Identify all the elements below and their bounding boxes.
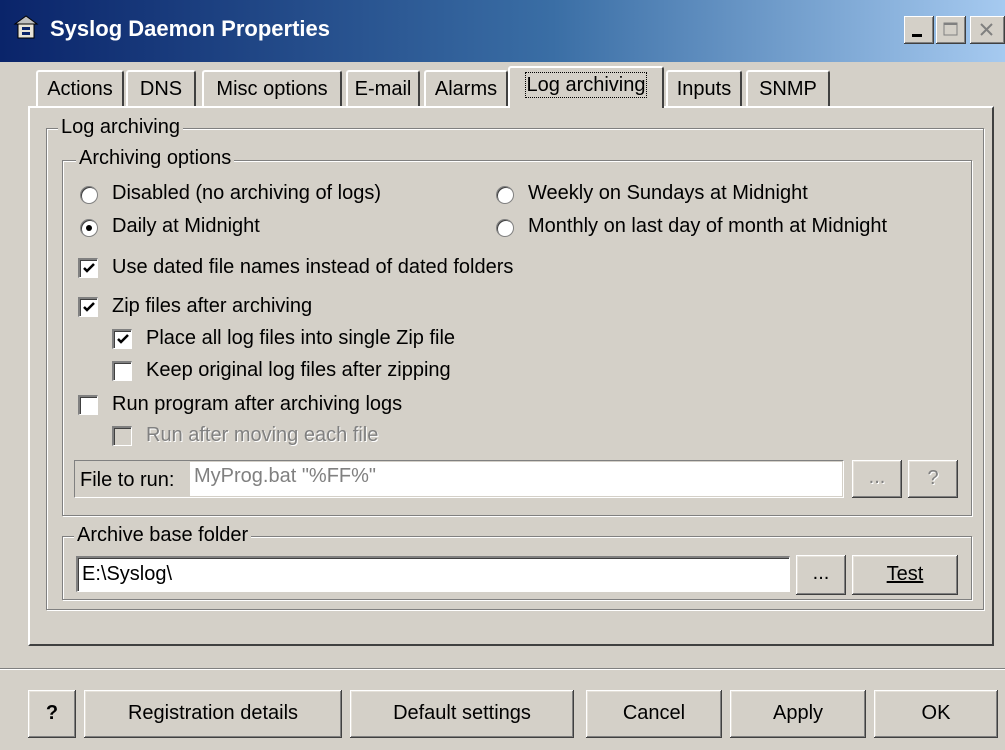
checkbox-zip-label[interactable]: Zip files after archiving [112,295,312,318]
radio-monthly[interactable] [496,219,514,237]
checkbox-dated-names[interactable] [78,258,98,278]
radio-weekly[interactable] [496,186,514,204]
radio-disabled[interactable] [80,186,98,204]
tab-dns-label: DNS [139,78,183,100]
archive-folder-browse-button[interactable]: ... [796,555,846,595]
log-archiving-group-label: Log archiving [58,116,183,139]
checkbox-single-zip[interactable] [112,329,132,349]
tab-inputs[interactable]: Inputs [666,70,742,106]
tab-alarms[interactable]: Alarms [424,70,508,106]
window-title: Syslog Daemon Properties [50,16,330,41]
close-button[interactable] [970,16,1005,44]
checkbox-dated-names-label[interactable]: Use dated file names instead of dated fo… [112,256,513,279]
test-button-label: Test [886,563,924,585]
checkbox-zip[interactable] [78,297,98,317]
tab-actions-label: Actions [47,78,113,100]
file-to-run-help-button[interactable]: ? [908,460,958,498]
radio-disabled-label[interactable]: Disabled (no archiving of logs) [112,182,381,205]
app-icon [12,14,40,42]
archive-folder-test-button[interactable]: Test [852,555,958,595]
radio-daily-label[interactable]: Daily at Midnight [112,215,260,238]
tab-actions[interactable]: Actions [36,70,124,106]
radio-monthly-label[interactable]: Monthly on last day of month at Midnight [528,215,887,238]
title-bar[interactable]: Syslog Daemon Properties [0,0,1005,62]
maximize-button[interactable] [936,16,966,44]
tab-dns[interactable]: DNS [126,70,196,106]
minimize-button[interactable] [904,16,934,44]
checkmark-icon [83,263,95,273]
registration-details-button[interactable]: Registration details [84,690,342,738]
footer-separator [0,668,1005,670]
maximize-icon [943,22,958,36]
file-to-run-browse-button[interactable]: ... [852,460,902,498]
tab-email[interactable]: E-mail [346,70,420,106]
archive-folder-label: Archive base folder [74,524,252,547]
archiving-options-label: Archiving options [76,147,235,170]
tab-log-archiving-label: Log archiving [524,72,648,98]
cancel-button[interactable]: Cancel [586,690,722,738]
close-icon [980,23,993,36]
tab-snmp[interactable]: SNMP [746,70,830,106]
file-to-run-label: File to run: [80,469,175,491]
ok-button[interactable]: OK [874,690,998,738]
checkbox-keep-original-label[interactable]: Keep original log files after zipping [146,359,451,382]
checkmark-icon [117,334,129,344]
checkbox-single-zip-label[interactable]: Place all log files into single Zip file [146,327,455,350]
tab-snmp-label: SNMP [759,78,817,100]
tab-alarms-label: Alarms [434,78,498,100]
checkbox-keep-original[interactable] [112,361,132,381]
tab-email-label: E-mail [354,78,412,100]
help-button[interactable]: ? [28,690,76,738]
checkbox-run-program-label[interactable]: Run program after archiving logs [112,393,402,416]
checkbox-run-program[interactable] [78,395,98,415]
tab-log-archiving[interactable]: Log archiving [508,66,664,108]
tab-inputs-label: Inputs [676,78,732,100]
archive-folder-input[interactable]: E:\Syslog\ [76,556,790,592]
checkbox-run-each[interactable] [112,426,132,446]
default-settings-button[interactable]: Default settings [350,690,574,738]
apply-button[interactable]: Apply [730,690,866,738]
checkbox-run-each-label: Run after moving each file [146,424,379,446]
radio-weekly-label[interactable]: Weekly on Sundays at Midnight [528,182,808,205]
tab-misc-options[interactable]: Misc options [202,70,342,106]
checkmark-icon [83,302,95,312]
file-to-run-input[interactable]: MyProg.bat "%FF%" [190,462,842,496]
tab-misc-label: Misc options [216,78,328,100]
radio-daily[interactable] [80,219,98,237]
